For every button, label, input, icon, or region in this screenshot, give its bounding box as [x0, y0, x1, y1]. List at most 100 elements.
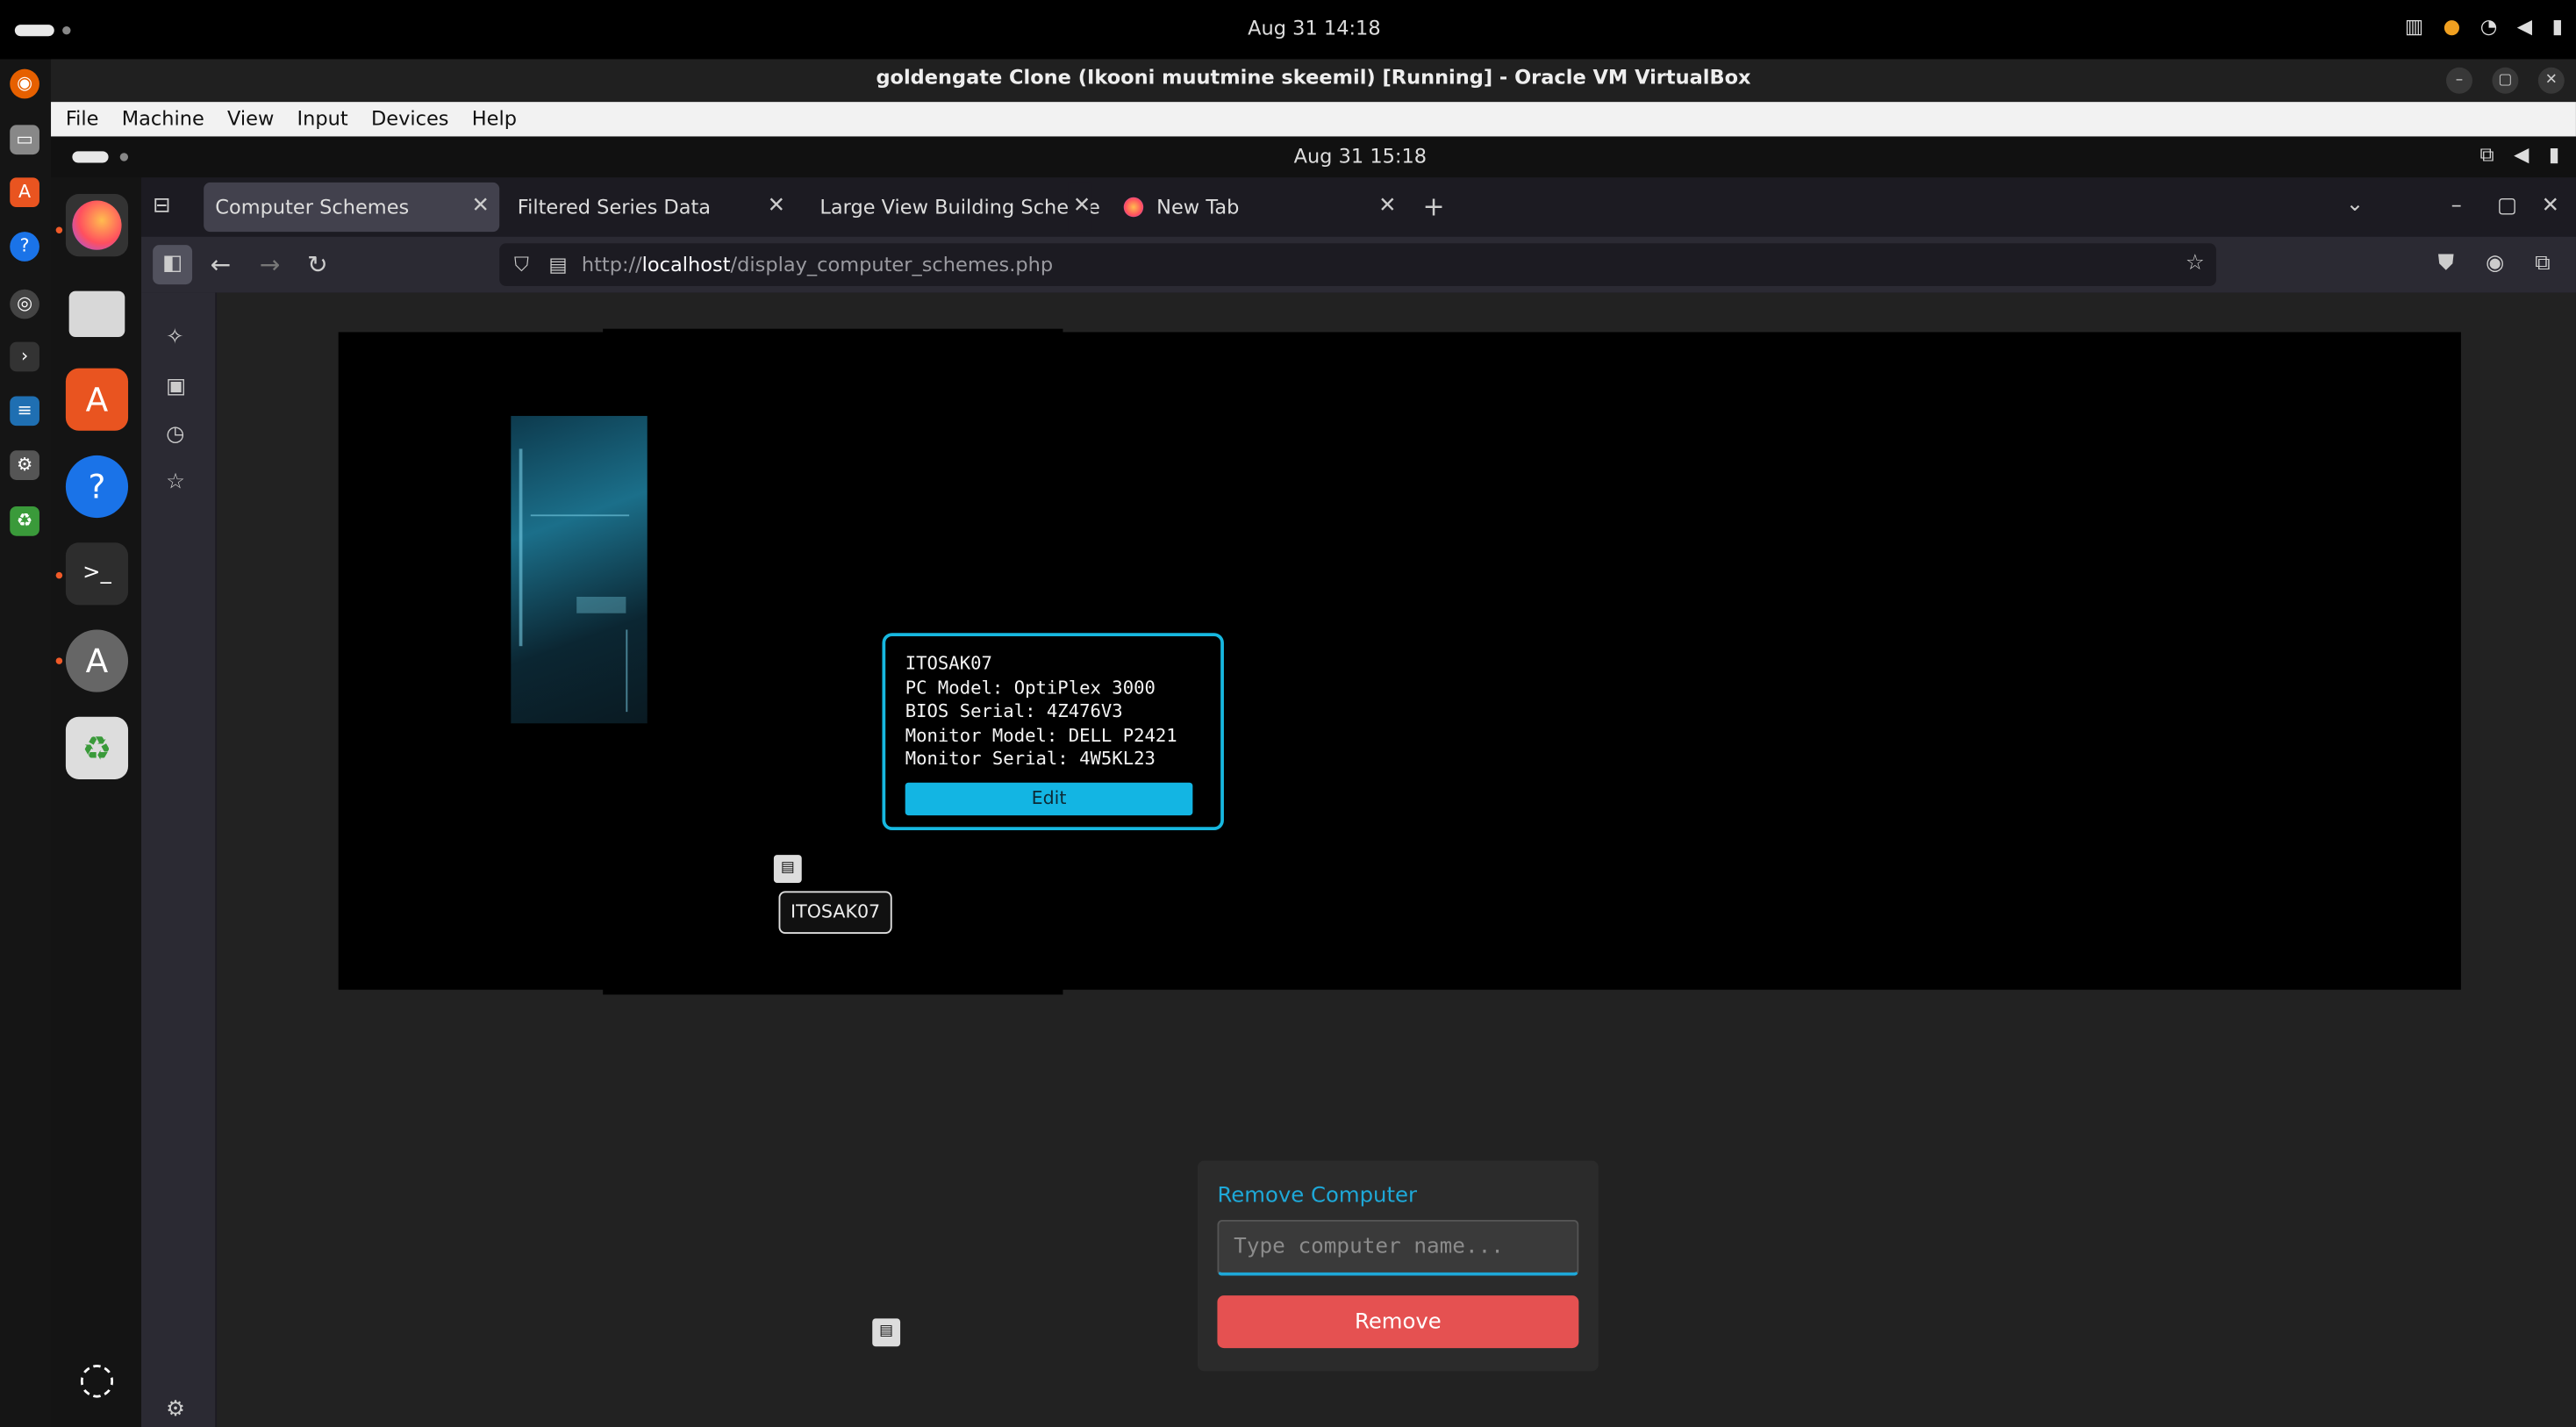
volume-icon: ◀ [2514, 142, 2529, 167]
app-center-icon[interactable]: A [10, 177, 39, 208]
window-title: goldengate Clone (Ikooni muutmine skeemi… [876, 65, 1751, 90]
remove-computer-panel: Remove Computer Remove [1197, 1160, 1599, 1372]
wifi-icon: ◔ [2479, 14, 2498, 39]
customize-sidebar-gear-icon[interactable]: ⚙ [166, 1397, 185, 1422]
ai-chatbot-icon[interactable]: ✧ [166, 326, 183, 350]
firefox-favicon-icon [1123, 197, 1144, 218]
popup-monitor-serial: Monitor Serial: 4W5KL23 [905, 749, 1156, 771]
url-path: /display_computer_schemes.php [730, 253, 1054, 276]
reload-icon[interactable]: ↻ [307, 250, 328, 280]
computer-info-popup: ITOSAK07 PC Model: OptiPlex 3000 BIOS Se… [882, 633, 1224, 831]
computer-name-input[interactable] [1217, 1219, 1579, 1276]
running-indicator [55, 571, 63, 579]
disc-icon[interactable]: ◎ [10, 289, 39, 319]
vscode-icon[interactable]: ≡ [10, 396, 39, 427]
microphone-icon: ● [2443, 14, 2461, 39]
menu-file[interactable]: File [66, 102, 99, 136]
url-bar[interactable]: ⛉ ▤ http://localhost/display_computer_sc… [499, 243, 2216, 286]
tab-label: Filtered Series Data [517, 195, 712, 219]
guest-clock[interactable]: Aug 31 15:18 [51, 145, 2576, 168]
close-tab-icon[interactable]: ✕ [768, 183, 785, 232]
page-content: ITOSAK07 PC Model: OptiPlex 3000 BIOS Se… [217, 292, 2576, 1427]
help-icon[interactable]: ? [65, 455, 129, 519]
minimize-icon[interactable]: – [2451, 194, 2462, 219]
tab-computer-schemes[interactable]: Computer Schemes ✕ [204, 182, 500, 233]
menu-help[interactable]: Help [472, 102, 517, 136]
firefox-icon[interactable] [65, 194, 129, 257]
tab-bar: ⊟ Computer Schemes ✕ Filtered Series Dat… [141, 177, 2576, 237]
settings-app-icon[interactable]: ⚙ [10, 450, 39, 481]
app-center-icon[interactable]: A [65, 368, 129, 431]
computer-file-icon[interactable]: ▤ [872, 1318, 901, 1347]
guest-system-tray[interactable]: ⧉ ◀ ▮ [2480, 143, 2560, 168]
network-icon: ⧉ [2479, 142, 2494, 167]
firefox-icon[interactable]: ◉ [10, 68, 39, 99]
guest-dock: A ? >_ A ♻ ◌ [51, 177, 142, 1427]
synced-tabs-icon[interactable]: ▣ [166, 375, 186, 399]
popup-computer-name: ITOSAK07 [905, 652, 992, 675]
forward-arrow-icon[interactable]: → [260, 250, 281, 280]
screen: Aug 31 14:18 ▥ ● ◔ ◀ ▮ ◉ ▭ A ? ◎ › ≡ ⚙ ♻… [0, 0, 2576, 1427]
software-updater-icon[interactable]: A [65, 629, 129, 692]
close-window-icon[interactable]: ✕ [2542, 194, 2559, 219]
navigation-toolbar: ◧ ← → ↻ ⛉ ▤ http://localhost/display_com… [141, 236, 2576, 293]
show-apps-icon[interactable]: ◌ [66, 1348, 128, 1410]
terminal-icon[interactable]: › [10, 341, 39, 372]
help-icon[interactable]: ? [10, 232, 39, 262]
remove-button[interactable]: Remove [1217, 1295, 1579, 1349]
bookmarks-star-icon[interactable]: ☆ [166, 470, 185, 495]
bookmark-star-icon[interactable]: ☆ [2186, 243, 2205, 286]
list-tabs-chevron-icon[interactable]: ⌄ [2346, 192, 2364, 217]
host-clock[interactable]: Aug 31 14:18 [0, 17, 2576, 39]
tab-filtered-series-data[interactable]: Filtered Series Data ✕ [506, 183, 796, 232]
firefox-sidebar: ✧ ▣ ◷ ☆ ⚙ [141, 292, 218, 1427]
volume-icon: ◀ [2516, 14, 2533, 39]
new-tab-plus-icon[interactable]: + [1422, 190, 1444, 222]
firefox-window: ⊟ Computer Schemes ✕ Filtered Series Dat… [141, 177, 2576, 1427]
files-icon[interactable]: ▭ [10, 125, 39, 155]
host-system-tray[interactable]: ▥ ● ◔ ◀ ▮ [2405, 15, 2563, 38]
menu-machine[interactable]: Machine [122, 102, 204, 136]
history-clock-icon[interactable]: ◷ [166, 422, 184, 447]
extensions-icon[interactable]: ⧉ [2535, 252, 2550, 276]
close-tab-icon[interactable]: ✕ [1378, 183, 1396, 232]
url-host: localhost [641, 253, 731, 276]
close-icon[interactable]: ✕ [2537, 67, 2565, 94]
computer-file-icon[interactable]: ▤ [773, 855, 802, 883]
battery-icon: ▮ [2551, 14, 2563, 39]
maximize-icon[interactable]: ▢ [2497, 194, 2517, 219]
running-indicator [55, 657, 63, 664]
close-tab-icon[interactable]: ✕ [472, 183, 490, 232]
battery-icon: ▮ [2548, 142, 2560, 167]
trash-icon[interactable]: ♻ [10, 506, 39, 536]
tab-overview-icon[interactable]: ⊟ [153, 194, 170, 219]
menu-input[interactable]: Input [297, 102, 348, 136]
tab-label: New Tab [1156, 195, 1240, 219]
tab-label: Computer Schemes [215, 195, 410, 219]
scheme-image [511, 415, 648, 724]
files-icon[interactable] [66, 281, 128, 343]
back-arrow-icon[interactable]: ← [211, 250, 232, 280]
page-info-icon: ▤ [548, 253, 568, 276]
computer-label[interactable]: ITOSAK07 [778, 891, 892, 935]
tab-new-tab[interactable]: New Tab ✕ [1111, 183, 1406, 232]
tab-large-view-building-scheme[interactable]: Large View Building Scheme ✕ [808, 182, 1100, 233]
edit-button[interactable]: Edit [905, 782, 1193, 816]
host-top-bar: Aug 31 14:18 ▥ ● ◔ ◀ ▮ [0, 0, 2576, 60]
menu-view[interactable]: View [227, 102, 274, 136]
trash-icon[interactable]: ♻ [65, 716, 129, 779]
terminal-icon[interactable]: >_ [65, 542, 129, 606]
guest-top-bar: Aug 31 15:18 ⧉ ◀ ▮ [51, 136, 2576, 178]
popup-bios-serial: BIOS Serial: 4Z476V3 [905, 700, 1123, 722]
popup-monitor-model: Monitor Model: DELL P2421 [905, 724, 1177, 747]
close-tab-icon[interactable]: ✕ [1068, 182, 1091, 233]
account-icon[interactable]: ◉ [2486, 252, 2504, 276]
minimize-icon[interactable]: – [2446, 67, 2472, 94]
pocket-icon[interactable]: ⛊ [2438, 252, 2454, 276]
sidebar-toggle-icon[interactable]: ◧ [153, 245, 193, 285]
maximize-icon[interactable]: ▢ [2492, 67, 2519, 94]
host-dock: ◉ ▭ A ? ◎ › ≡ ⚙ ♻ [0, 59, 52, 1427]
network-graph-icon: ▥ [2404, 14, 2424, 39]
menu-devices[interactable]: Devices [371, 102, 449, 136]
virtualbox-menu-bar: File Machine View Input Devices Help [51, 102, 2576, 137]
